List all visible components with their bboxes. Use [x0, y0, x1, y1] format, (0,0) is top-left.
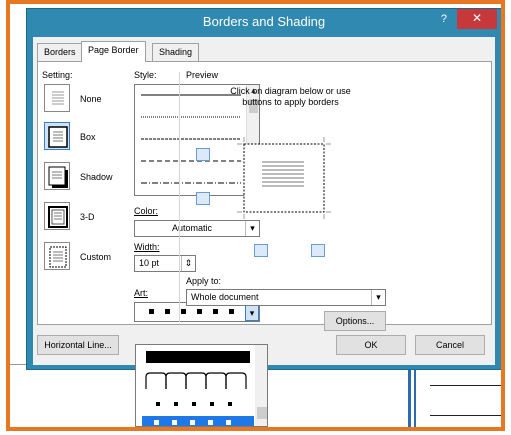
art-label: Art: — [134, 288, 149, 298]
tab-shading[interactable]: Shading — [152, 43, 200, 61]
width-value: 10 pt — [139, 258, 160, 268]
document-rule — [430, 385, 501, 386]
art-option-dots[interactable] — [156, 402, 232, 406]
chevron-down-icon[interactable]: ▾ — [371, 290, 385, 305]
color-value: Automatic — [171, 223, 213, 233]
preview-divider — [179, 72, 180, 322]
apply-to-label: Apply to: — [186, 276, 222, 286]
close-button[interactable]: ✕ — [457, 9, 497, 29]
top-border-button[interactable] — [196, 148, 210, 161]
screenshot-frame: Borders and Shading ? ✕ Borders Page Bor… — [6, 0, 505, 431]
setting-box-label: Box — [80, 132, 96, 142]
color-label: Color: — [134, 206, 159, 216]
art-option-arches[interactable] — [145, 372, 247, 389]
setting-custom-label: Custom — [80, 252, 112, 262]
options-button[interactable]: Options... — [324, 311, 386, 331]
preview-hint: Click on diagram below or use buttons to… — [230, 86, 351, 107]
help-icon[interactable]: ? — [441, 13, 447, 25]
custom-setting-icon[interactable] — [44, 242, 70, 270]
tab-borders-label: Borders — [44, 47, 76, 57]
ok-button[interactable]: OK — [336, 335, 406, 355]
tab-page-border[interactable]: Page Border — [81, 41, 146, 62]
3d-setting-icon[interactable] — [44, 202, 70, 230]
art-dropdown-list[interactable] — [135, 344, 268, 427]
preview-header: Preview — [186, 70, 219, 80]
bottom-border-button[interactable] — [196, 192, 210, 205]
art-options — [142, 345, 267, 426]
apply-to-select[interactable]: Whole document ▾ — [186, 289, 386, 306]
page-border-tab-panel: Setting: None Box Shadow 3-D Custom Styl… — [37, 61, 492, 331]
setting-header: Setting: — [42, 70, 73, 80]
apply-to-value: Whole document — [191, 292, 259, 302]
width-label: Width: — [134, 242, 160, 252]
box-setting-icon[interactable] — [44, 122, 70, 150]
setting-3d-label: 3-D — [80, 212, 95, 222]
setting-shadow-label: Shadow — [80, 172, 113, 182]
width-select[interactable]: 10 pt ⇕ — [134, 255, 196, 272]
tab-shading-label: Shading — [159, 47, 193, 57]
setting-none-label: None — [80, 94, 102, 104]
right-border-button[interactable] — [311, 244, 325, 257]
document-rule — [430, 415, 501, 416]
preview-diagram[interactable] — [234, 134, 334, 234]
dialog-client-area: Borders Page Border Shading Setting: Non… — [33, 37, 495, 365]
cancel-button[interactable]: Cancel — [415, 335, 485, 355]
dialog-title: Borders and Shading — [202, 14, 326, 29]
art-scroll-thumb[interactable] — [257, 407, 267, 419]
shadow-setting-icon[interactable] — [44, 162, 70, 190]
horizontal-line-button[interactable]: Horizontal Line... — [37, 335, 119, 355]
none-setting-icon[interactable] — [44, 84, 70, 112]
borders-and-shading-dialog: Borders and Shading ? ✕ Borders Page Bor… — [26, 8, 501, 370]
tab-page-border-label: Page Border — [88, 45, 139, 55]
style-header: Style: — [134, 70, 157, 80]
title-bar: Borders and Shading ? ✕ — [27, 9, 501, 33]
spinner-icon[interactable]: ⇕ — [181, 256, 195, 271]
left-border-button[interactable] — [254, 244, 268, 257]
tab-borders[interactable]: Borders — [37, 43, 83, 61]
